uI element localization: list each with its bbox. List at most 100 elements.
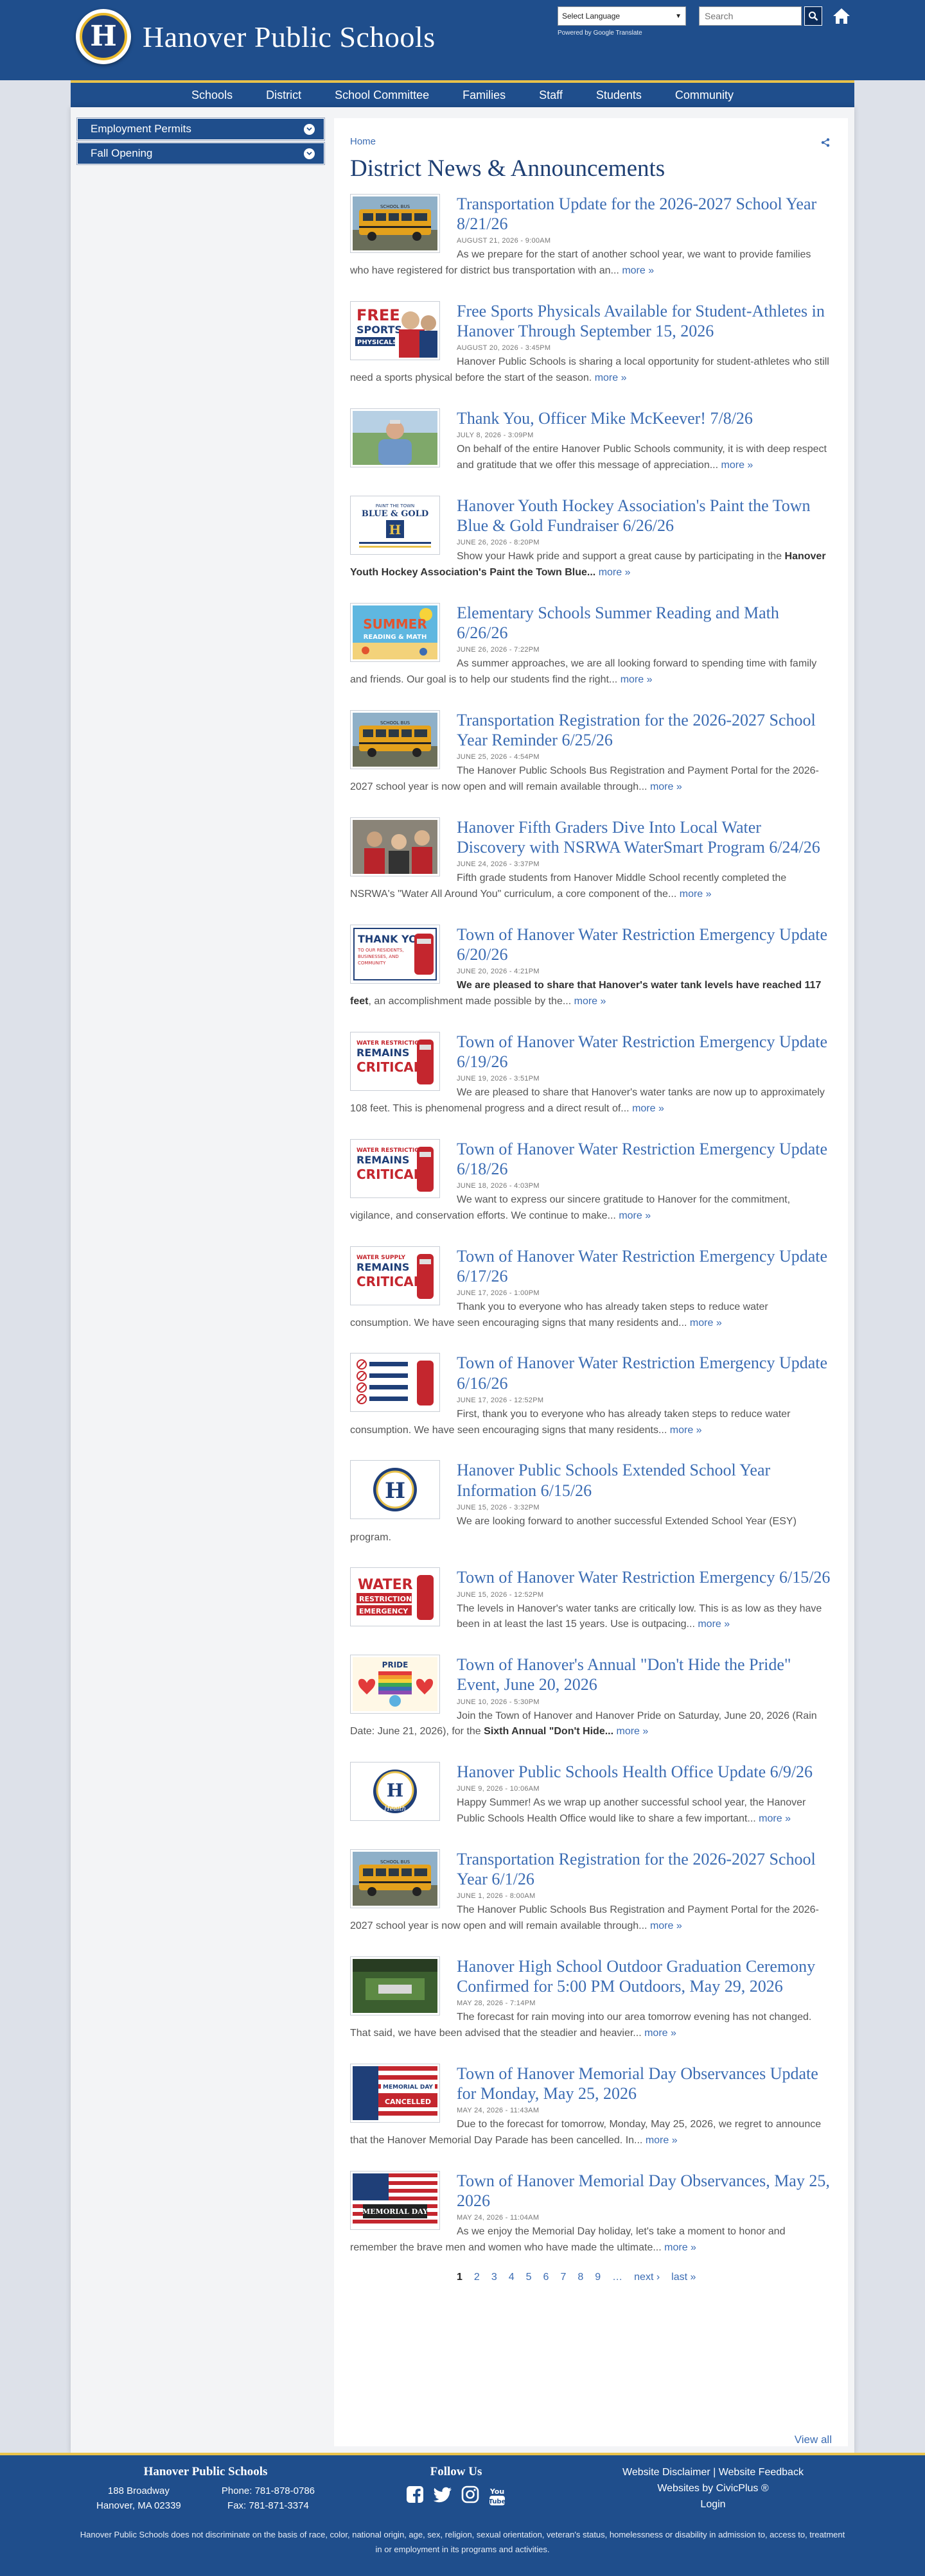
svg-text:READING & MATH: READING & MATH bbox=[364, 634, 427, 641]
news-item: MEMORIAL DAY Town of Hanover Memorial Da… bbox=[350, 2170, 832, 2256]
breadcrumb-home[interactable]: Home bbox=[350, 136, 376, 147]
read-more-link[interactable]: more » bbox=[690, 1318, 722, 1328]
nav-community[interactable]: Community bbox=[658, 83, 750, 107]
svg-text:PRIDE: PRIDE bbox=[382, 1660, 409, 1669]
search-button[interactable] bbox=[804, 6, 822, 26]
district-seal: H bbox=[76, 9, 131, 64]
post-thumbnail[interactable]: SCHOOL BUS bbox=[350, 1849, 440, 1908]
post-thumbnail[interactable]: MEMORIAL DAY bbox=[350, 2170, 440, 2230]
post-thumbnail[interactable]: THANK YOU TO OUR RESIDENTS, BUSINESSES, AN… bbox=[350, 924, 440, 984]
view-all-link[interactable]: View all bbox=[795, 2433, 832, 2446]
read-more-link[interactable]: more » bbox=[721, 460, 753, 471]
post-thumbnail[interactable] bbox=[350, 408, 440, 467]
pager-current-page: 1 bbox=[457, 2271, 463, 2283]
nav-staff[interactable]: Staff bbox=[522, 83, 579, 107]
footer-phone[interactable]: Phone: 781-878-0786 bbox=[222, 2484, 315, 2499]
read-more-link[interactable]: more » bbox=[617, 1726, 649, 1737]
post-summary-text: Show your Hawk pride and support a great… bbox=[457, 551, 785, 562]
brand[interactable]: H Hanover Public Schools bbox=[76, 9, 436, 64]
post-thumbnail[interactable] bbox=[350, 1956, 440, 2015]
nav-school-committee[interactable]: School Committee bbox=[318, 83, 446, 107]
svg-text:CRITICAL: CRITICAL bbox=[357, 1059, 422, 1075]
news-list: SCHOOL BUS Transportation Update for the… bbox=[350, 194, 832, 2256]
pager-page-link[interactable]: 2 bbox=[474, 2272, 480, 2283]
post-thumbnail[interactable]: MEMORIAL DAY CANCELLED bbox=[350, 2063, 440, 2123]
read-more-link[interactable]: more » bbox=[632, 1103, 664, 1114]
pager-page-link[interactable]: 9 bbox=[595, 2272, 601, 2283]
sidebar-item-employment-permits[interactable]: Employment Permits bbox=[76, 117, 325, 141]
pager-page-link[interactable]: 4 bbox=[509, 2272, 515, 2283]
read-more-link[interactable]: more » bbox=[646, 2135, 678, 2146]
powered-by-translate: Powered by Google Translate bbox=[558, 30, 642, 37]
read-more-link[interactable]: more » bbox=[574, 996, 606, 1007]
pager-ellipsis: … bbox=[612, 2271, 623, 2283]
sidebar-item-fall-opening[interactable]: Fall Opening bbox=[76, 142, 325, 165]
share-button[interactable] bbox=[821, 137, 830, 150]
civicplus-link[interactable]: Websites by CivicPlus ® bbox=[657, 2483, 768, 2494]
nav-families[interactable]: Families bbox=[446, 83, 522, 107]
post-thumbnail[interactable]: SCHOOL BUS bbox=[350, 709, 440, 769]
read-more-link[interactable]: more » bbox=[650, 1920, 682, 1931]
read-more-link[interactable]: more » bbox=[595, 372, 627, 383]
post-thumbnail[interactable]: SCHOOL BUS bbox=[350, 194, 440, 253]
login-link[interactable]: Login bbox=[700, 2499, 725, 2510]
pager-page-link[interactable]: 6 bbox=[543, 2272, 549, 2283]
home-button[interactable] bbox=[831, 6, 852, 26]
search-input[interactable] bbox=[699, 6, 802, 26]
news-item: SUMMER READING & MATH Elementary Schools … bbox=[350, 602, 832, 688]
facebook-icon[interactable] bbox=[406, 2485, 424, 2503]
pager-page-link[interactable]: 3 bbox=[491, 2272, 497, 2283]
read-more-link[interactable]: more » bbox=[664, 2242, 696, 2253]
youtube-icon[interactable]: You Tube bbox=[488, 2485, 506, 2506]
post-summary-bold: Sixth Annual "Don't Hide... bbox=[484, 1726, 614, 1737]
post-thumbnail-image bbox=[353, 410, 437, 465]
language-select[interactable]: Select Language ▼ bbox=[558, 6, 686, 26]
post-summary-text: As we prepare for the start of another s… bbox=[350, 249, 811, 277]
post-thumbnail-image: THANK YOUTO OUR RESIDENTS,BUSINESSES, AN… bbox=[353, 927, 437, 981]
read-more-link[interactable]: more » bbox=[759, 1813, 791, 1824]
nav-district[interactable]: District bbox=[249, 83, 318, 107]
pager-page-link[interactable]: 5 bbox=[526, 2272, 532, 2283]
read-more-link[interactable]: more » bbox=[670, 1425, 702, 1436]
breadcrumb: Home bbox=[350, 136, 832, 147]
read-more-link[interactable]: more » bbox=[599, 567, 631, 578]
post-thumbnail[interactable]: WATER RESTRICTION REMAINS CRITICAL bbox=[350, 1138, 440, 1198]
post-thumbnail[interactable]: SUMMER READING & MATH bbox=[350, 602, 440, 662]
svg-text:FREE: FREE bbox=[357, 306, 400, 324]
svg-text:SCHOOL BUS: SCHOOL BUS bbox=[380, 204, 410, 209]
footer-fax: Fax: 781-871-3374 bbox=[227, 2500, 309, 2511]
instagram-icon[interactable] bbox=[461, 2485, 479, 2503]
post-thumbnail[interactable]: PAINT THE TOWN BLUE & GOLD H bbox=[350, 495, 440, 555]
site-title[interactable]: Hanover Public Schools bbox=[143, 20, 436, 54]
read-more-link[interactable]: more » bbox=[698, 1619, 730, 1630]
pager-page-link[interactable]: 7 bbox=[560, 2272, 566, 2283]
website-feedback-link[interactable]: Website Feedback bbox=[719, 2467, 804, 2478]
twitter-icon[interactable] bbox=[433, 2485, 452, 2503]
read-more-link[interactable]: more » bbox=[621, 674, 653, 685]
post-thumbnail[interactable]: PRIDE bbox=[350, 1655, 440, 1714]
post-thumbnail[interactable] bbox=[350, 1353, 440, 1413]
svg-text:SCHOOL BUS: SCHOOL BUS bbox=[380, 720, 410, 726]
post-thumbnail[interactable]: WATER RESTRICTION EMERGENCY bbox=[350, 1567, 440, 1627]
read-more-link[interactable]: more » bbox=[680, 889, 712, 900]
post-thumbnail[interactable]: H bbox=[350, 1460, 440, 1520]
svg-text:REMAINS: REMAINS bbox=[357, 1154, 409, 1166]
svg-text:PAINT THE TOWN: PAINT THE TOWN bbox=[376, 503, 415, 509]
post-thumbnail-image bbox=[353, 1355, 437, 1410]
pager-last-link[interactable]: last » bbox=[671, 2272, 696, 2283]
svg-text:REMAINS: REMAINS bbox=[357, 1047, 409, 1059]
website-disclaimer-link[interactable]: Website Disclaimer bbox=[622, 2467, 710, 2478]
read-more-link[interactable]: more » bbox=[650, 781, 682, 792]
post-thumbnail[interactable]: FREE SPORTS PHYSICALS bbox=[350, 300, 440, 360]
post-thumbnail[interactable]: WATER SUPPLY REMAINS CRITICAL bbox=[350, 1246, 440, 1305]
nav-students[interactable]: Students bbox=[579, 83, 658, 107]
read-more-link[interactable]: more » bbox=[644, 2028, 676, 2039]
read-more-link[interactable]: more » bbox=[619, 1210, 651, 1221]
pager-next-link[interactable]: next › bbox=[634, 2272, 660, 2283]
nav-schools[interactable]: Schools bbox=[175, 83, 249, 107]
pager-page-link[interactable]: 8 bbox=[577, 2272, 583, 2283]
read-more-link[interactable]: more » bbox=[622, 265, 654, 276]
post-thumbnail[interactable] bbox=[350, 817, 440, 876]
post-thumbnail[interactable]: H Health bbox=[350, 1762, 440, 1822]
post-thumbnail[interactable]: WATER RESTRICTION REMAINS CRITICAL bbox=[350, 1031, 440, 1091]
